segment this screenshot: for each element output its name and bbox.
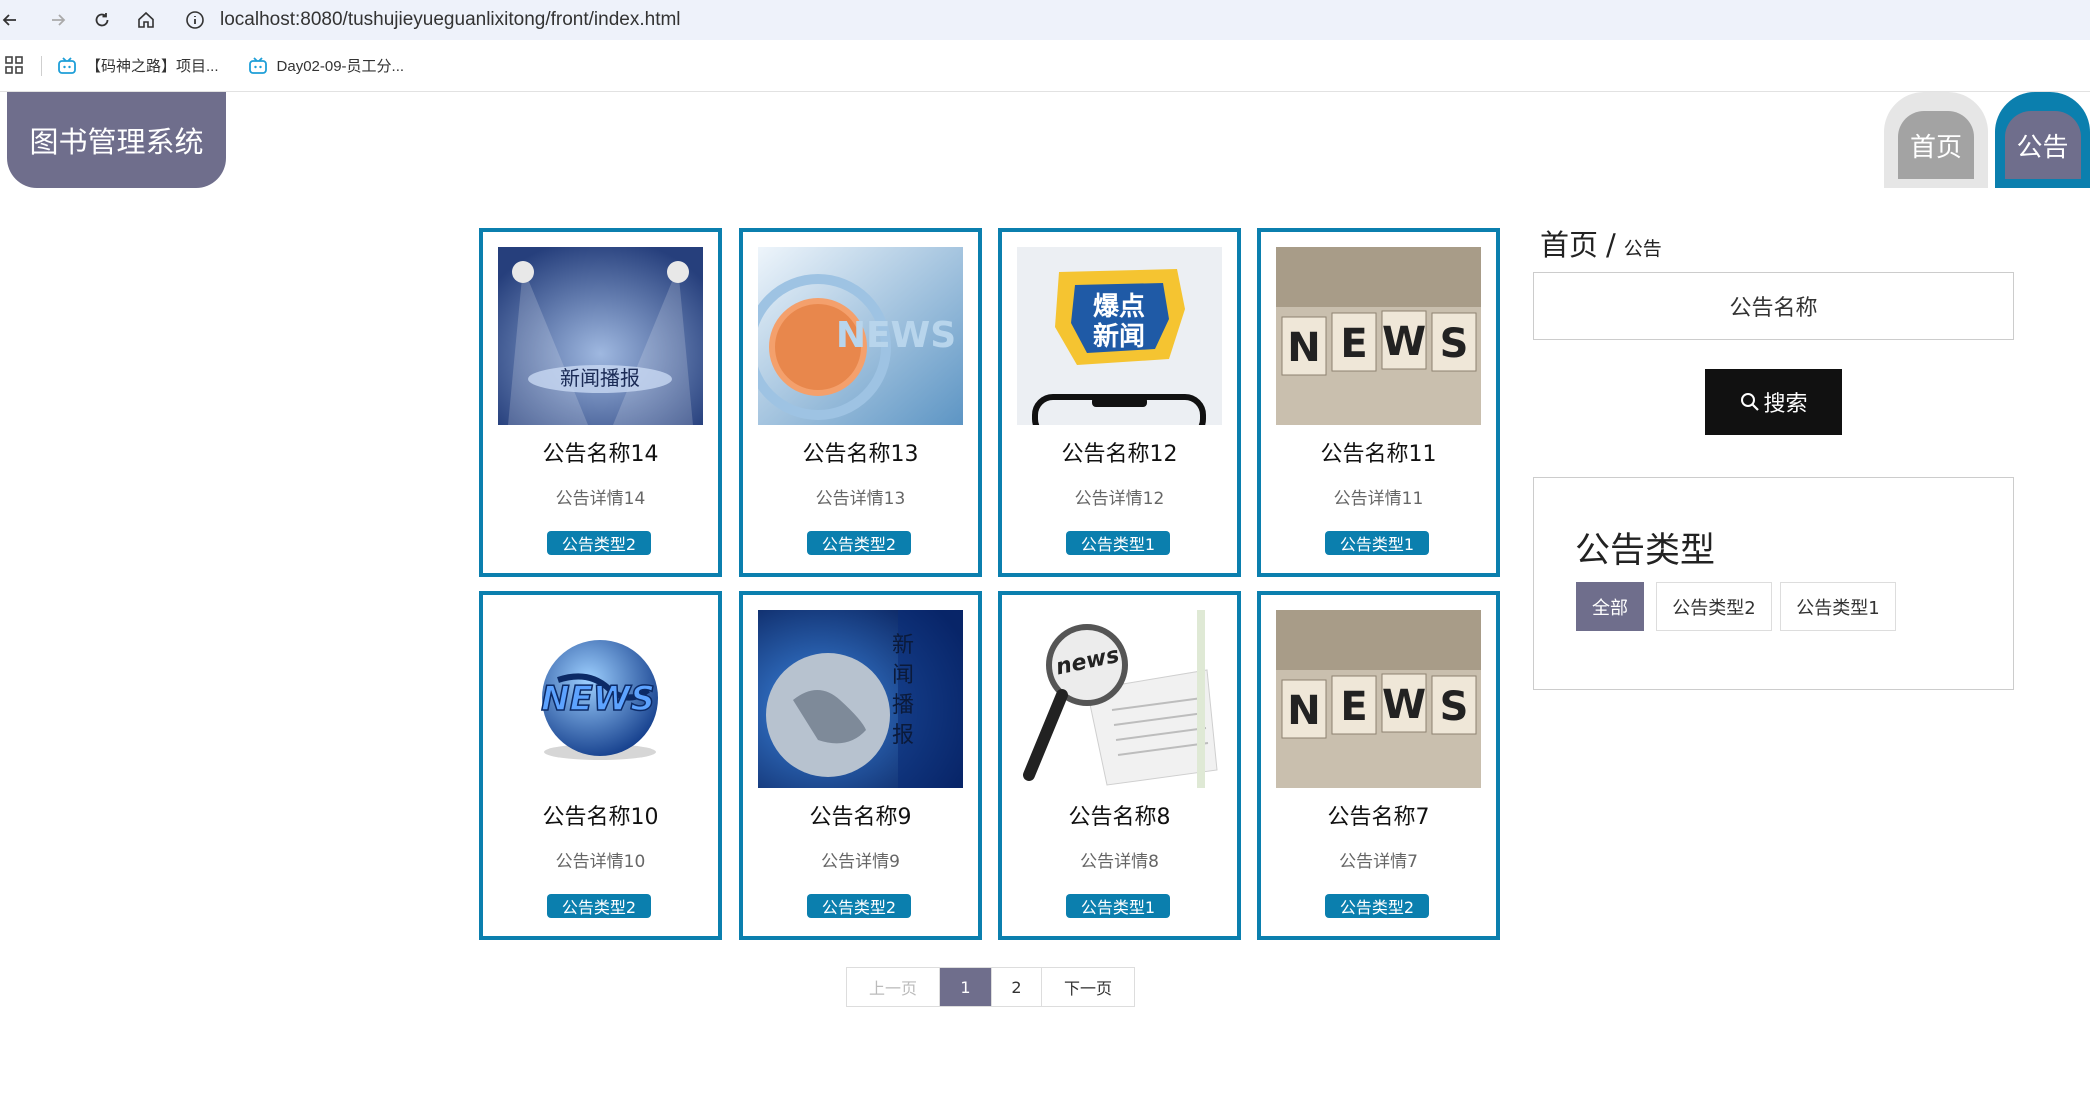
type-filter-all[interactable]: 全部 xyxy=(1576,582,1644,631)
svg-text:S: S xyxy=(1440,684,1469,730)
svg-text:W: W xyxy=(1382,682,1426,728)
notice-title[interactable]: 公告名称9 xyxy=(743,799,978,831)
notice-image[interactable]: N E W S xyxy=(1276,610,1481,788)
bilibili-icon xyxy=(58,56,76,74)
search-placeholder: 公告名称 xyxy=(1729,296,1818,321)
svg-text:E: E xyxy=(1340,321,1367,367)
notice-card[interactable]: 新闻播报 公告名称14 公告详情14 公告类型2 xyxy=(479,228,722,577)
notice-image[interactable]: 新闻播报 xyxy=(758,610,963,788)
notice-title[interactable]: 公告名称8 xyxy=(1002,799,1237,831)
nav-notice[interactable]: 公告 xyxy=(1995,92,2090,188)
notice-card[interactable]: 新闻播报 公告名称9 公告详情9 公告类型2 xyxy=(739,591,982,940)
bookmark-label: 【码神之路】项目... xyxy=(86,58,219,75)
page-1-button[interactable]: 1 xyxy=(940,968,992,1006)
bookmarks-bar: 【码神之路】项目... Day02-09-员工分... xyxy=(0,40,2090,92)
notice-title[interactable]: 公告名称10 xyxy=(483,799,718,831)
bookmark-item[interactable]: Day02-09-员工分... xyxy=(247,55,405,77)
search-button[interactable]: 搜索 xyxy=(1705,369,1842,435)
notice-card[interactable]: 爆点 新闻 公告名称12 公告详情12 公告类型1 xyxy=(998,228,1241,577)
bookmark-label: Day02-09-员工分... xyxy=(276,58,405,75)
notice-detail: 公告详情7 xyxy=(1339,852,1418,872)
reload-icon[interactable] xyxy=(80,0,124,40)
breadcrumb-home[interactable]: 首页 xyxy=(1540,222,1598,264)
svg-text:新: 新 xyxy=(892,633,914,658)
breadcrumb-current: 公告 xyxy=(1623,238,1662,260)
bookmark-item[interactable]: 【码神之路】项目... xyxy=(56,55,219,77)
notice-type-badge: 公告类型1 xyxy=(1066,531,1170,555)
notice-detail: 公告详情13 xyxy=(815,489,906,509)
home-icon[interactable] xyxy=(124,0,168,40)
notice-type-badge: 公告类型2 xyxy=(807,894,911,918)
svg-text:新闻播报: 新闻播报 xyxy=(560,366,640,390)
search-input[interactable]: 公告名称 xyxy=(1533,272,2014,340)
forward-icon[interactable] xyxy=(36,0,80,40)
notice-title[interactable]: 公告名称12 xyxy=(1002,436,1237,468)
notice-card[interactable]: NEWS 公告名称10 公告详情10 公告类型2 xyxy=(479,591,722,940)
bookmarks-divider xyxy=(41,55,42,76)
search-button-label: 搜索 xyxy=(1763,392,1808,417)
next-page-button[interactable]: 下一页 xyxy=(1042,968,1134,1006)
notice-card[interactable]: NEWS 公告名称13 公告详情13 公告类型2 xyxy=(739,228,982,577)
svg-text:播: 播 xyxy=(892,693,914,718)
notice-type-badge: 公告类型1 xyxy=(1325,531,1429,555)
notice-title[interactable]: 公告名称7 xyxy=(1261,799,1496,831)
notice-image[interactable]: NEWS xyxy=(758,247,963,425)
site-logo[interactable]: 图书管理系统 xyxy=(7,92,226,188)
notice-detail: 公告详情12 xyxy=(1074,489,1165,509)
nav-home[interactable]: 首页 xyxy=(1884,92,1988,188)
notice-type-badge: 公告类型1 xyxy=(1066,894,1170,918)
url-field[interactable]: localhost:8080/tushujieyueguanlixitong/f… xyxy=(176,0,2076,40)
svg-text:E: E xyxy=(1340,684,1367,730)
page-2-button[interactable]: 2 xyxy=(992,968,1042,1006)
notice-type-badge: 公告类型2 xyxy=(1325,894,1429,918)
notice-card[interactable]: N E W S 公告名称11 公告详情11 公告类型1 xyxy=(1257,228,1500,577)
nav-notice-label: 公告 xyxy=(2004,111,2081,179)
svg-text:NEWS: NEWS xyxy=(541,679,655,719)
svg-text:NEWS: NEWS xyxy=(836,315,956,356)
breadcrumb: 首页 / 公告 xyxy=(1540,222,1662,264)
type-filter-panel: 公告类型 全部 公告类型2 公告类型1 xyxy=(1533,477,2014,690)
bilibili-icon xyxy=(248,56,267,74)
site-info-icon[interactable] xyxy=(184,9,206,31)
notice-card[interactable]: news 公告名称8 公告详情8 公告类型1 xyxy=(998,591,1241,940)
notice-detail: 公告详情9 xyxy=(821,852,900,872)
notice-detail: 公告详情10 xyxy=(555,852,646,872)
prev-page-button[interactable]: 上一页 xyxy=(847,968,940,1006)
url-text: localhost:8080/tushujieyueguanlixitong/f… xyxy=(220,9,681,30)
svg-text:报: 报 xyxy=(892,723,914,748)
notice-type-badge: 公告类型2 xyxy=(807,531,911,555)
notice-image[interactable]: 爆点 新闻 xyxy=(1017,247,1222,425)
svg-text:N: N xyxy=(1287,688,1320,734)
notice-title[interactable]: 公告名称14 xyxy=(483,436,718,468)
search-icon xyxy=(1741,393,1760,411)
svg-text:闻: 闻 xyxy=(892,663,914,688)
apps-grid-icon[interactable] xyxy=(3,54,27,78)
notice-image[interactable]: news xyxy=(1017,610,1222,788)
breadcrumb-separator: / xyxy=(1606,228,1616,262)
notice-detail: 公告详情8 xyxy=(1080,852,1159,872)
notice-image[interactable]: NEWS xyxy=(498,610,703,788)
svg-text:新闻: 新闻 xyxy=(1093,321,1145,352)
svg-text:爆点: 爆点 xyxy=(1093,291,1145,322)
svg-text:N: N xyxy=(1287,325,1320,371)
type-filter-title: 公告类型 xyxy=(1575,531,1716,571)
browser-address-bar: localhost:8080/tushujieyueguanlixitong/f… xyxy=(0,0,2090,40)
notice-image[interactable]: 新闻播报 xyxy=(498,247,703,425)
notice-image[interactable]: N E W S xyxy=(1276,247,1481,425)
type-filter-type1[interactable]: 公告类型1 xyxy=(1780,582,1896,631)
notice-title[interactable]: 公告名称11 xyxy=(1261,436,1496,468)
notice-type-badge: 公告类型2 xyxy=(547,894,651,918)
notice-detail: 公告详情11 xyxy=(1333,489,1424,509)
notice-detail: 公告详情14 xyxy=(555,489,646,509)
notice-type-badge: 公告类型2 xyxy=(547,531,651,555)
notice-title[interactable]: 公告名称13 xyxy=(743,436,978,468)
svg-text:W: W xyxy=(1382,319,1426,365)
pagination: 上一页 1 2 下一页 xyxy=(846,967,1135,1007)
back-icon[interactable] xyxy=(0,0,20,40)
nav-home-label: 首页 xyxy=(1898,111,1974,179)
svg-text:S: S xyxy=(1440,321,1469,367)
notice-card[interactable]: N E W S 公告名称7 公告详情7 公告类型2 xyxy=(1257,591,1500,940)
type-filter-type2[interactable]: 公告类型2 xyxy=(1656,582,1772,631)
